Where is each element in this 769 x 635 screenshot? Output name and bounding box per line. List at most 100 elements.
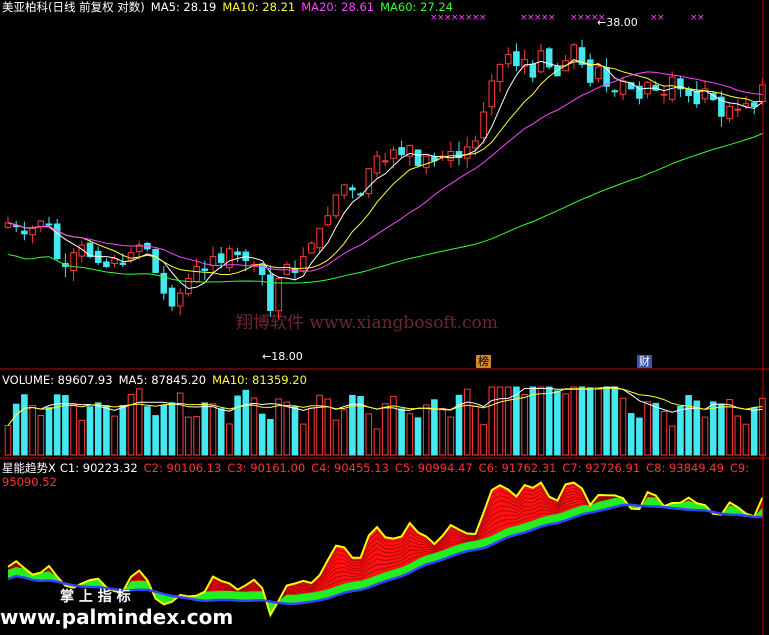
- candle[interactable]: [53, 218, 61, 261]
- volume-bar[interactable]: [636, 417, 643, 456]
- candle[interactable]: [152, 248, 159, 273]
- candle[interactable]: [160, 266, 168, 301]
- volume-bar[interactable]: [652, 402, 660, 456]
- volume-bar[interactable]: [521, 394, 528, 456]
- volume-bar[interactable]: [685, 395, 692, 456]
- volume-bar[interactable]: [595, 387, 602, 456]
- candle[interactable]: [168, 284, 176, 311]
- volume-bar[interactable]: [701, 416, 709, 456]
- volume-bar[interactable]: [37, 414, 45, 456]
- volume-bar[interactable]: [78, 419, 86, 456]
- volume-bar[interactable]: [135, 388, 143, 456]
- volume-bar[interactable]: [201, 402, 209, 456]
- volume-bar[interactable]: [193, 416, 200, 456]
- rank-tag[interactable]: 榜: [476, 355, 491, 368]
- volume-bar[interactable]: [45, 407, 53, 456]
- volume-bar[interactable]: [275, 398, 282, 456]
- volume-bar[interactable]: [283, 401, 291, 456]
- volume-bar[interactable]: [365, 413, 373, 456]
- candle[interactable]: [595, 64, 602, 83]
- volume-bar[interactable]: [381, 403, 389, 456]
- volume-bar[interactable]: [562, 393, 569, 456]
- volume-bar[interactable]: [308, 407, 315, 456]
- candle[interactable]: [644, 81, 651, 99]
- candle[interactable]: [176, 288, 184, 316]
- volume-bar[interactable]: [529, 386, 537, 456]
- volume-bar[interactable]: [718, 403, 725, 456]
- candle[interactable]: [521, 49, 528, 75]
- volume-bar[interactable]: [267, 418, 274, 456]
- volume-bar[interactable]: [29, 405, 36, 456]
- volume-bar[interactable]: [463, 388, 471, 456]
- volume-bar[interactable]: [209, 403, 217, 456]
- candle[interactable]: [562, 55, 569, 72]
- candle[interactable]: [234, 247, 241, 263]
- candle[interactable]: [94, 246, 102, 266]
- candle[interactable]: [570, 42, 578, 70]
- volume-bar[interactable]: [70, 404, 77, 456]
- candle[interactable]: [447, 141, 455, 168]
- candle[interactable]: [488, 74, 496, 116]
- volume-bar[interactable]: [176, 392, 184, 456]
- volume-bar[interactable]: [258, 413, 266, 456]
- volume-bar[interactable]: [513, 386, 520, 456]
- volume-bar[interactable]: [111, 415, 118, 456]
- volume-bar[interactable]: [160, 404, 168, 456]
- candle[interactable]: [545, 47, 553, 70]
- candle[interactable]: [373, 150, 381, 178]
- volume-bar[interactable]: [742, 423, 750, 456]
- volume-bar[interactable]: [578, 386, 586, 456]
- volume-bar[interactable]: [406, 413, 414, 456]
- candle[interactable]: [586, 53, 594, 87]
- candle[interactable]: [660, 86, 668, 104]
- candle[interactable]: [299, 247, 307, 274]
- volume-bar[interactable]: [660, 410, 668, 456]
- candle[interactable]: [406, 144, 414, 166]
- volume-bar[interactable]: [316, 394, 323, 456]
- volume-bar[interactable]: [94, 402, 102, 456]
- volume-bar[interactable]: [332, 419, 340, 456]
- candle[interactable]: [603, 58, 610, 93]
- volume-bar[interactable]: [603, 386, 610, 456]
- volume-bar[interactable]: [4, 424, 12, 456]
- volume-bar[interactable]: [373, 428, 381, 456]
- volume-bar[interactable]: [422, 404, 430, 456]
- volume-bar[interactable]: [496, 386, 504, 456]
- volume-bar[interactable]: [144, 406, 151, 456]
- volume-bar[interactable]: [62, 395, 69, 456]
- volume-bar[interactable]: [734, 415, 742, 456]
- candle[interactable]: [414, 149, 422, 168]
- volume-bar[interactable]: [340, 409, 348, 456]
- volume-bar[interactable]: [127, 393, 135, 456]
- candle[interactable]: [537, 43, 545, 74]
- volume-bar[interactable]: [168, 402, 176, 456]
- volume-bar[interactable]: [398, 408, 405, 456]
- volume-bar[interactable]: [390, 395, 397, 456]
- candle[interactable]: [308, 241, 315, 254]
- volume-bar[interactable]: [726, 399, 733, 456]
- volume-bar[interactable]: [21, 394, 28, 456]
- volume-bar[interactable]: [250, 397, 258, 456]
- candle[interactable]: [324, 206, 332, 227]
- volume-bar[interactable]: [217, 408, 225, 456]
- volume-bar[interactable]: [242, 389, 250, 456]
- candle[interactable]: [734, 99, 742, 118]
- candle[interactable]: [45, 216, 53, 227]
- candle[interactable]: [332, 194, 340, 219]
- candle[interactable]: [439, 150, 446, 162]
- candle[interactable]: [340, 184, 348, 199]
- candle[interactable]: [111, 254, 118, 268]
- volume-bar[interactable]: [668, 425, 676, 456]
- candle[interactable]: [12, 220, 20, 233]
- volume-bar[interactable]: [86, 406, 94, 456]
- volume-bar[interactable]: [554, 390, 561, 456]
- candle[interactable]: [619, 76, 627, 100]
- candle[interactable]: [381, 152, 389, 167]
- volume-bar[interactable]: [693, 400, 701, 456]
- volume-bar[interactable]: [226, 423, 233, 456]
- volume-bar[interactable]: [644, 401, 651, 456]
- volume-bar[interactable]: [234, 395, 241, 456]
- candle[interactable]: [513, 43, 520, 72]
- volume-bar[interactable]: [12, 403, 20, 456]
- volume-bar[interactable]: [488, 386, 496, 456]
